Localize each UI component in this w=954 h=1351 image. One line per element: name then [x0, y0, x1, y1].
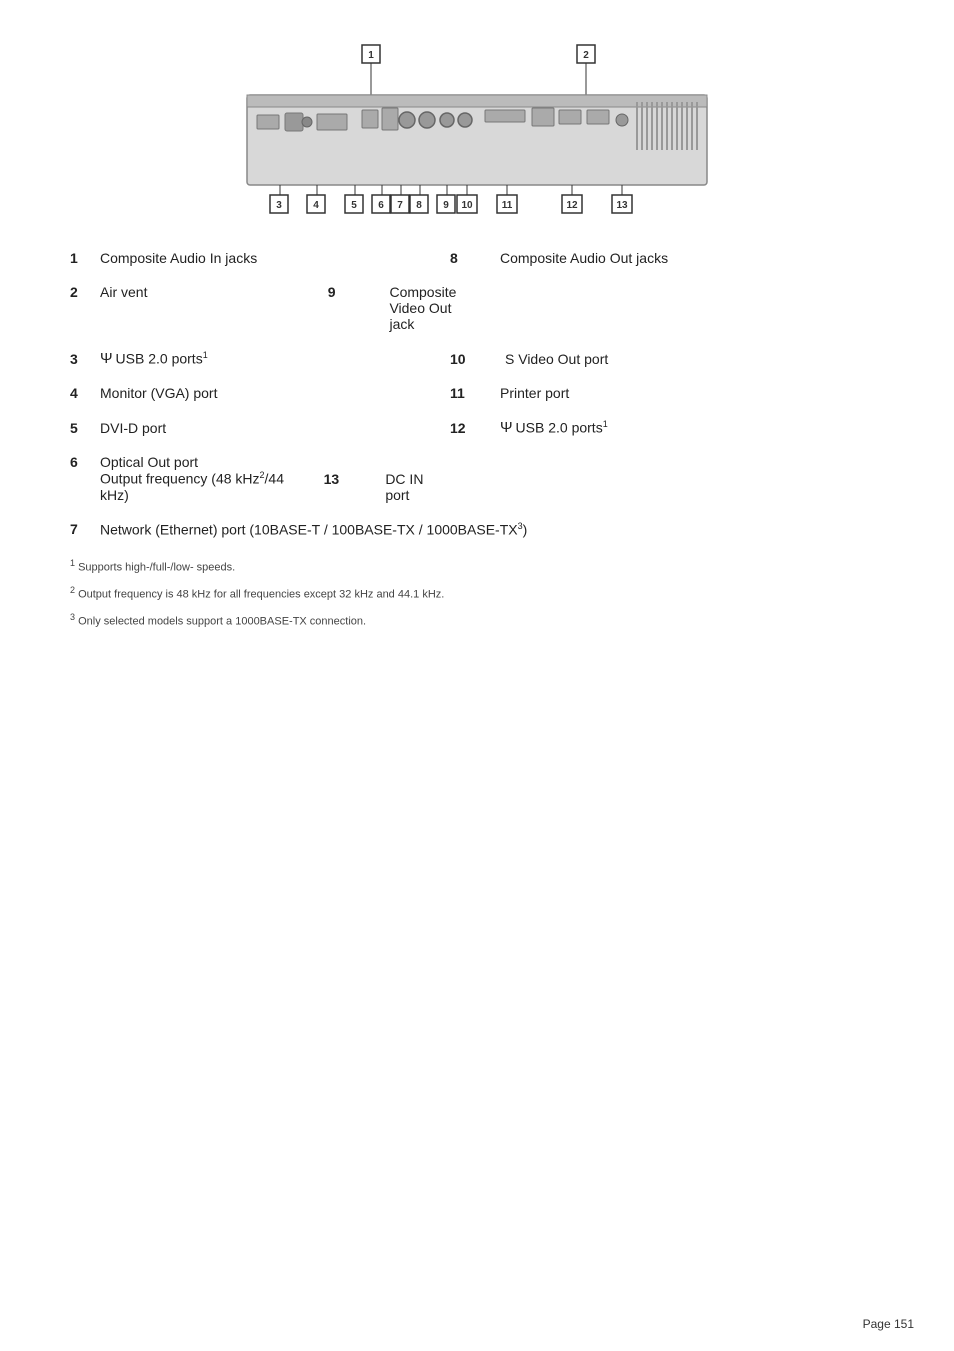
item-number-3: 3: [70, 351, 100, 367]
svg-text:5: 5: [351, 200, 357, 211]
diagram-area: 1 2: [40, 40, 914, 240]
footnote-3: 3 Only selected models support a 1000BAS…: [70, 611, 884, 630]
item-label-1: Composite Audio In jacks: [100, 250, 320, 266]
svg-text:6: 6: [378, 200, 384, 211]
svg-text:2: 2: [583, 50, 589, 61]
item-label-13: DC IN port: [385, 471, 450, 503]
svg-text:8: 8: [416, 200, 422, 211]
page-container: 1 2: [0, 0, 954, 698]
svg-text:1: 1: [368, 50, 374, 61]
svg-text:12: 12: [566, 200, 578, 211]
item-label-11: Printer port: [500, 385, 569, 401]
page-number: Page 151: [863, 1317, 914, 1331]
item-label-6a: Optical Out port: [100, 454, 198, 470]
item-number-12: 12: [450, 420, 500, 436]
svg-text:11: 11: [502, 200, 513, 211]
item-label-3: USB 2.0 ports1: [116, 350, 336, 367]
footnote-2: 2 Output frequency is 48 kHz for all fre…: [70, 584, 884, 603]
item-row-2-9: 2 Air vent 9 Composite Video Out jack: [70, 284, 884, 332]
item-label-6b: Output frequency (48 kHz2/44 kHz): [100, 470, 312, 503]
footnotes-section: 1 Supports high-/full-/low- speeds. 2 Ou…: [40, 557, 914, 630]
item-label-7: Network (Ethernet) port (10BASE-T / 100B…: [100, 521, 527, 538]
item-label-12: USB 2.0 ports1: [516, 419, 608, 436]
item-label-5: DVI-D port: [100, 420, 320, 436]
item-label-4: Monitor (VGA) port: [100, 385, 320, 401]
item-row-1-8: 1 Composite Audio In jacks 8 Composite A…: [70, 250, 884, 266]
back-panel-diagram: 1 2: [207, 40, 747, 240]
item-number-10: 10: [450, 351, 505, 367]
item-number-4: 4: [70, 385, 100, 401]
svg-text:4: 4: [313, 200, 319, 211]
item-row-6-13: 6 Optical Out port Output frequency (48 …: [70, 454, 884, 503]
item-number-7: 7: [70, 521, 100, 537]
item-number-2: 2: [70, 284, 100, 300]
usb-icon-3: Ψ: [100, 350, 113, 367]
svg-text:9: 9: [443, 200, 449, 211]
svg-text:7: 7: [397, 200, 403, 211]
item-row-4-11: 4 Monitor (VGA) port 11 Printer port: [70, 385, 884, 401]
item-number-5: 5: [70, 420, 100, 436]
usb-icon-12: Ψ: [500, 419, 513, 436]
item-label-8: Composite Audio Out jacks: [500, 250, 668, 266]
item-number-6: 6: [70, 454, 100, 470]
svg-text:3: 3: [276, 200, 282, 211]
item-number-11: 11: [450, 385, 500, 401]
item-number-8: 8: [450, 250, 500, 266]
footnote-1: 1 Supports high-/full-/low- speeds.: [70, 557, 884, 576]
item-number-1: 1: [70, 250, 100, 266]
content-section: 1 Composite Audio In jacks 8 Composite A…: [40, 250, 914, 537]
item-number-13: 13: [324, 471, 374, 487]
item-row-7: 7 Network (Ethernet) port (10BASE-T / 10…: [70, 521, 884, 538]
svg-text:13: 13: [616, 200, 628, 211]
item-label-10: S Video Out port: [505, 351, 608, 367]
item-label-2: Air vent: [100, 284, 320, 300]
item-row-5-12: 5 DVI-D port 12 Ψ USB 2.0 ports1: [70, 419, 884, 436]
item-number-9: 9: [328, 284, 378, 300]
item-row-3-10: 3 Ψ USB 2.0 ports1 10 S Video Out port: [70, 350, 884, 367]
svg-text:10: 10: [461, 200, 473, 211]
item-label-9: Composite Video Out jack: [389, 284, 456, 332]
